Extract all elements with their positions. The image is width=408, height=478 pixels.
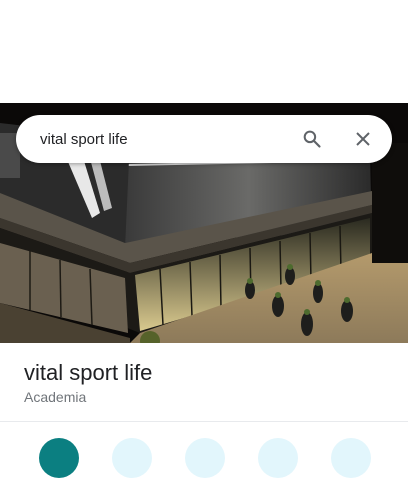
place-title: vital sport life <box>24 360 153 385</box>
share-button[interactable] <box>331 438 371 478</box>
directions-button[interactable] <box>39 438 79 478</box>
call-button[interactable] <box>185 438 225 478</box>
search-input[interactable]: vital sport life <box>40 131 300 148</box>
close-icon[interactable] <box>351 127 375 151</box>
save-button[interactable] <box>258 438 298 478</box>
search-icon[interactable] <box>300 127 324 151</box>
map-blank-area <box>0 0 408 103</box>
start-button[interactable] <box>112 438 152 478</box>
place-category: Academia <box>24 389 87 405</box>
divider <box>0 421 408 422</box>
search-bar[interactable]: vital sport life <box>16 115 392 163</box>
